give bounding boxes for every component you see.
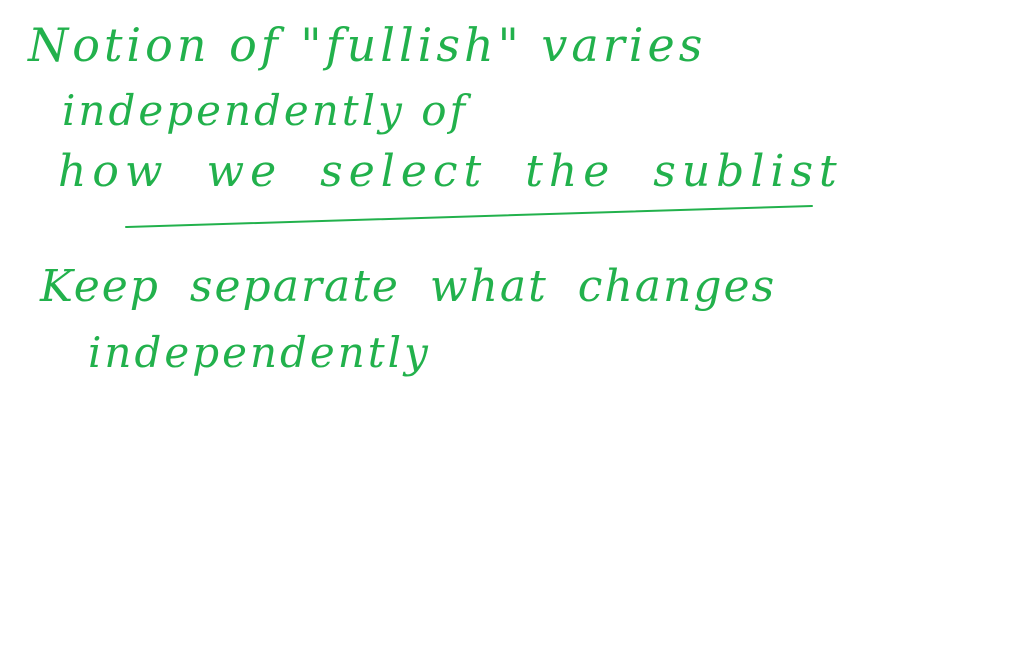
underline-path <box>125 205 813 228</box>
whiteboard-canvas: Notion of "fullish" varies independently… <box>0 0 1013 672</box>
note-line-5: independently <box>88 328 431 377</box>
note-line-4: Keep separate what changes <box>40 261 777 312</box>
